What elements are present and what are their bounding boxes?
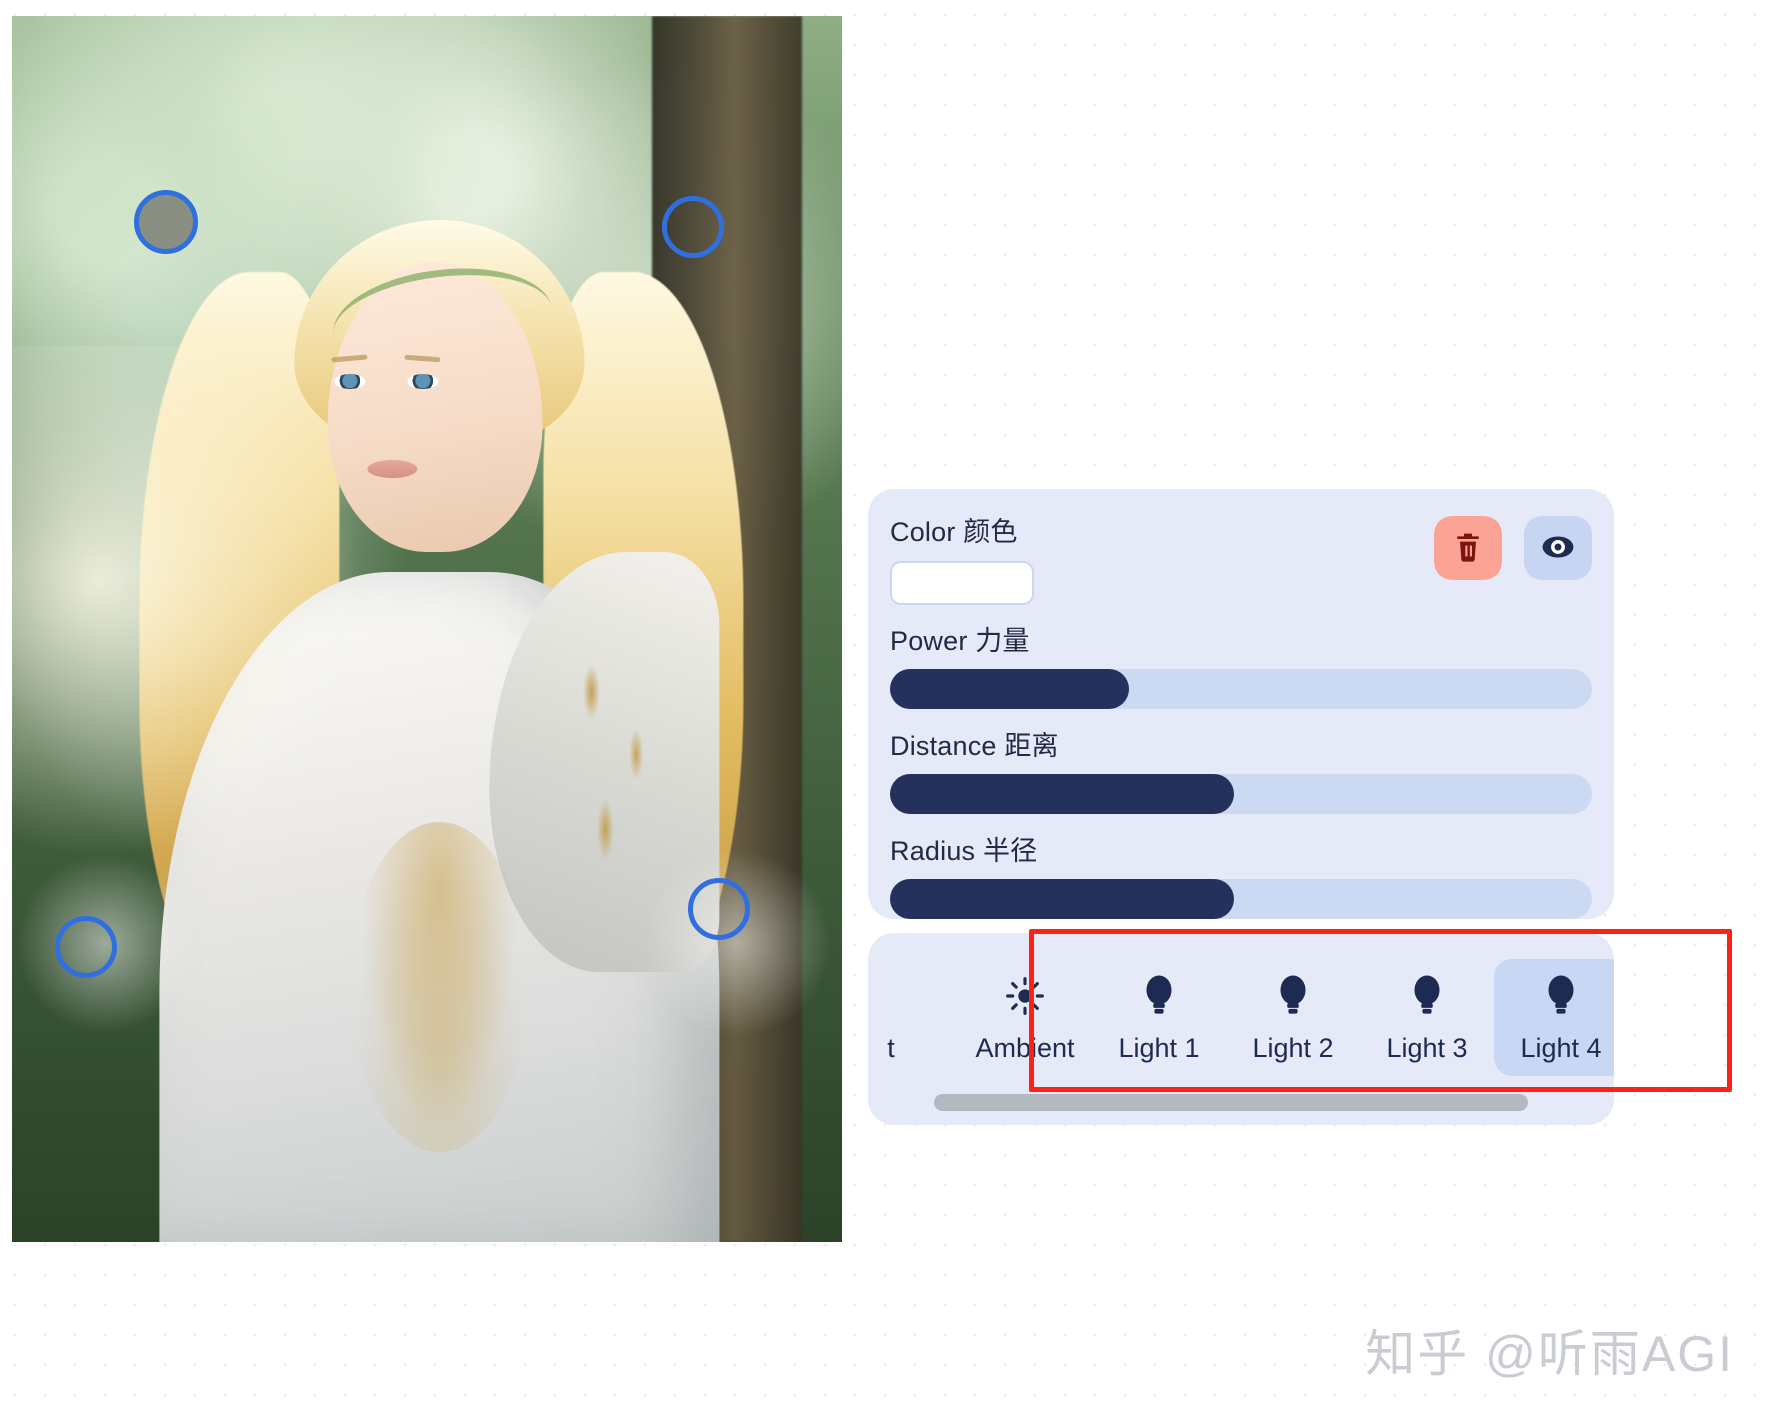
- light-tab-label: Light 2: [1252, 1033, 1334, 1063]
- photo-subject: [129, 142, 749, 1242]
- trash-icon: [1452, 530, 1484, 567]
- bulb-icon: [1142, 973, 1176, 1019]
- light-tab-partial[interactable]: t: [868, 959, 958, 1076]
- light-handle-3[interactable]: [688, 878, 750, 940]
- light-tab-light-2[interactable]: Light 2: [1226, 959, 1360, 1076]
- gold-embroidery: [549, 642, 690, 892]
- light-tab-ambient[interactable]: Ambient: [958, 959, 1092, 1076]
- watermark: 知乎 @听雨AGI: [1365, 1326, 1734, 1382]
- color-row: Color 颜色: [890, 510, 1592, 605]
- light-tab-light-4[interactable]: Light 4: [1494, 959, 1614, 1076]
- power-slider[interactable]: [890, 669, 1592, 709]
- light-tab-label: t: [887, 1033, 895, 1063]
- toggle-visibility-button[interactable]: [1524, 516, 1592, 580]
- light-editor-canvas[interactable]: [12, 16, 842, 1242]
- delete-light-button[interactable]: [1434, 516, 1502, 580]
- app-root: Color 颜色 Power 力量 Distance 距离 Radius 半径 …: [0, 0, 1766, 1408]
- bulb-icon: [1544, 973, 1578, 1019]
- light-tab-light-3[interactable]: Light 3: [1360, 959, 1494, 1076]
- light-action-buttons: [1434, 510, 1592, 580]
- lights-selector-panel: t Ambient Light 1 Light 2 Light 3 Light …: [868, 933, 1614, 1125]
- lips: [367, 460, 418, 478]
- radius-slider-block: Radius 半径: [890, 829, 1592, 919]
- radius-label: Radius 半径: [890, 836, 1038, 866]
- light-handle-1[interactable]: [134, 190, 198, 254]
- gown-trim: [349, 822, 530, 1152]
- color-swatch[interactable]: [890, 561, 1034, 605]
- light-tab-label: Light 4: [1520, 1033, 1602, 1063]
- eye-right: [407, 374, 439, 389]
- power-slider-fill: [890, 669, 1129, 709]
- light-tab-label: Light 1: [1118, 1033, 1200, 1063]
- light-tab-light-1[interactable]: Light 1: [1092, 959, 1226, 1076]
- light-handle-2[interactable]: [662, 196, 724, 258]
- preview-photo: [12, 16, 842, 1242]
- eye-icon: [1540, 532, 1576, 565]
- color-control: Color 颜色: [890, 510, 1034, 605]
- lights-horizontal-scrollbar[interactable]: [934, 1094, 1528, 1111]
- light-properties-panel: Color 颜色 Power 力量 Distance 距离 Radius 半径: [868, 489, 1614, 919]
- power-label: Power 力量: [890, 626, 1030, 656]
- lights-strip: t Ambient Light 1 Light 2 Light 3 Light …: [868, 959, 1614, 1076]
- bulb-icon: [1276, 973, 1310, 1019]
- distance-label: Distance 距离: [890, 731, 1059, 761]
- radius-slider[interactable]: [890, 879, 1592, 919]
- color-label: Color 颜色: [890, 517, 1018, 547]
- distance-slider-block: Distance 距离: [890, 724, 1592, 814]
- distance-slider[interactable]: [890, 774, 1592, 814]
- light-handle-4[interactable]: [55, 916, 117, 978]
- bulb-icon: [1410, 973, 1444, 1019]
- radius-slider-fill: [890, 879, 1234, 919]
- light-tab-label: Light 3: [1386, 1033, 1468, 1063]
- light-tab-label: Ambient: [975, 1033, 1075, 1063]
- distance-slider-fill: [890, 774, 1234, 814]
- eye-left: [334, 374, 366, 389]
- sun-icon: [1005, 973, 1045, 1019]
- power-slider-block: Power 力量: [890, 619, 1592, 709]
